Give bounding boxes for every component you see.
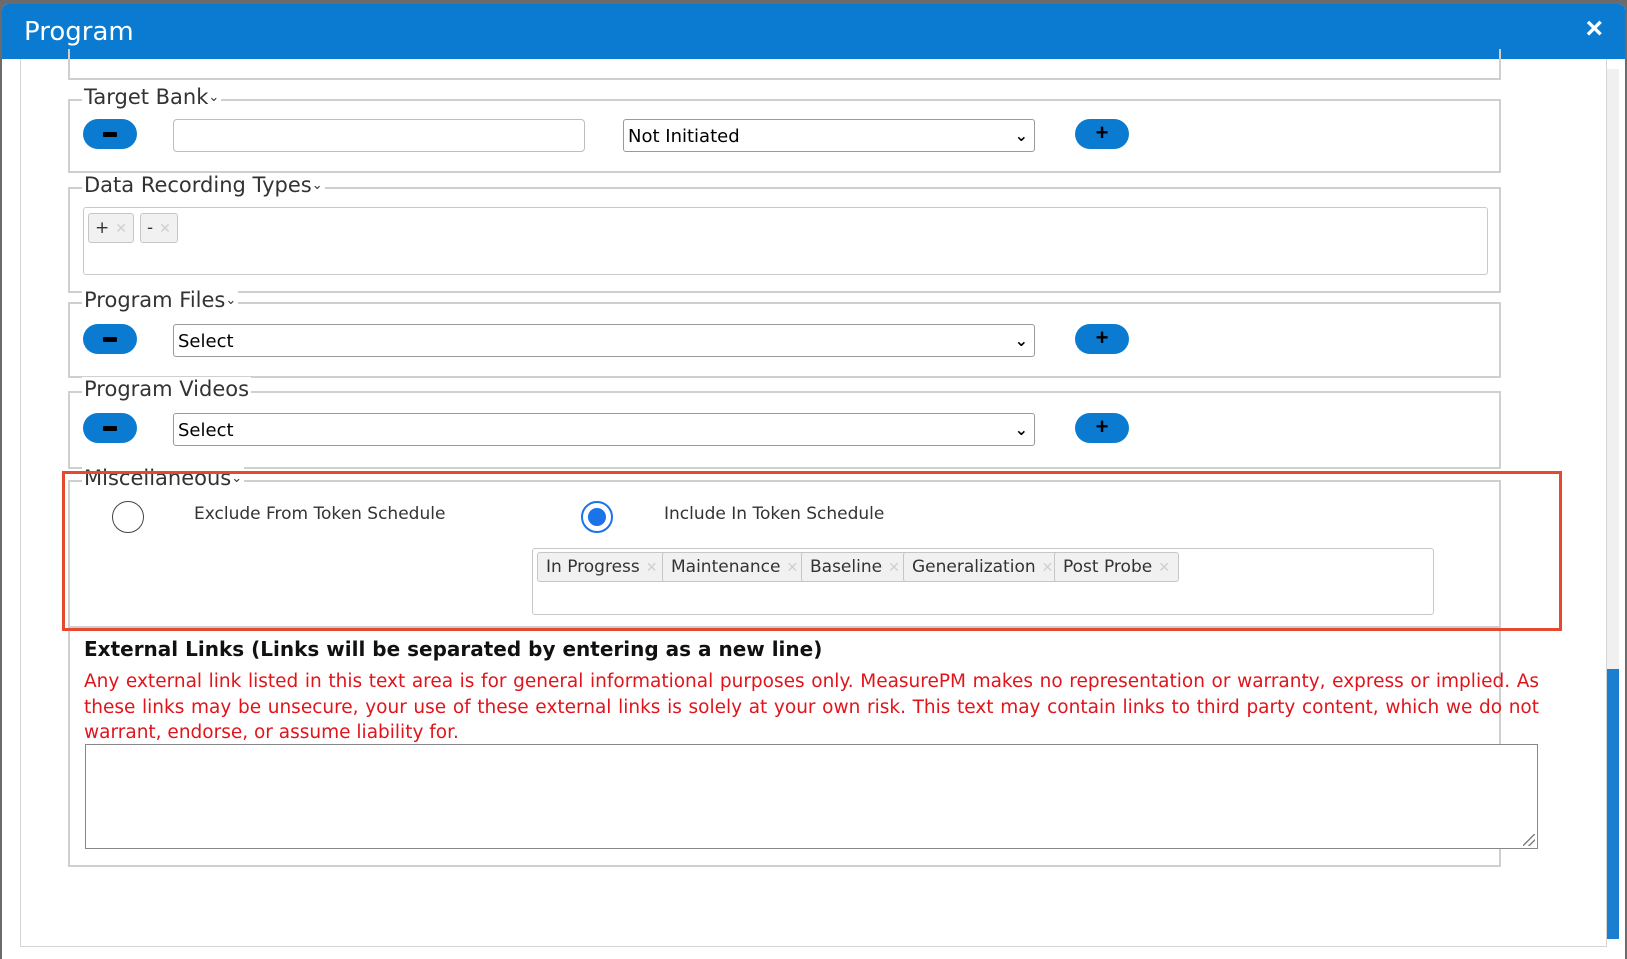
- miscellaneous-section: Miscellaneous⌄ Exclude From Token Schedu…: [68, 466, 1501, 628]
- data-recording-types-legend[interactable]: Data Recording Types⌄: [82, 173, 325, 197]
- close-icon[interactable]: ✕: [786, 560, 798, 576]
- chevron-down-icon[interactable]: ⌄: [208, 90, 219, 105]
- remove-file-button[interactable]: [83, 324, 137, 354]
- remove-video-button[interactable]: [83, 413, 137, 443]
- dialog-title: Program: [24, 17, 134, 47]
- close-icon[interactable]: ×: [1585, 14, 1603, 44]
- miscellaneous-legend[interactable]: Miscellaneous⌄: [82, 466, 245, 490]
- tag-generalization: Generalization ✕: [903, 552, 1063, 582]
- previous-section: [68, 49, 1501, 80]
- exclude-token-radio[interactable]: [112, 501, 144, 533]
- close-icon[interactable]: ✕: [159, 221, 171, 237]
- include-token-label: Include In Token Schedule: [664, 504, 885, 524]
- resize-handle-icon[interactable]: [1523, 834, 1535, 846]
- add-file-button[interactable]: +: [1075, 324, 1129, 354]
- chevron-down-icon: ⌄: [1014, 420, 1028, 439]
- close-icon[interactable]: ✕: [1158, 560, 1170, 576]
- plus-icon: +: [1095, 414, 1109, 439]
- program-dialog: Program × Target Bank⌄ Not Initiated ⌄ + …: [2, 4, 1625, 959]
- close-icon[interactable]: ✕: [646, 560, 658, 576]
- external-links-textarea[interactable]: [85, 744, 1538, 849]
- chevron-down-icon: ⌄: [1014, 126, 1028, 145]
- minus-icon: [103, 131, 117, 137]
- external-links-notice: Any external link listed in this text ar…: [84, 671, 1539, 743]
- add-video-button[interactable]: +: [1075, 413, 1129, 443]
- target-bank-input[interactable]: [173, 119, 585, 152]
- plus-icon: +: [1095, 120, 1109, 145]
- close-icon[interactable]: ✕: [115, 221, 127, 237]
- chevron-down-icon[interactable]: ⌄: [231, 471, 242, 486]
- tag-in-progress: In Progress ✕: [537, 552, 667, 582]
- remove-target-button[interactable]: [83, 119, 137, 149]
- plus-icon: +: [1095, 325, 1109, 350]
- minus-icon: [103, 425, 117, 431]
- scrollbar[interactable]: [1607, 69, 1619, 939]
- program-videos-select[interactable]: Select ⌄: [173, 413, 1035, 446]
- data-recording-types-section: Data Recording Types⌄ + ✕ - ✕: [68, 173, 1501, 293]
- add-target-button[interactable]: +: [1075, 119, 1129, 149]
- tag-maintenance: Maintenance ✕: [662, 552, 808, 582]
- target-status-value: Not Initiated: [628, 126, 740, 147]
- program-files-section: Program Files⌄ Select ⌄ +: [68, 288, 1501, 378]
- program-videos-legend: Program Videos: [82, 377, 252, 401]
- program-files-select[interactable]: Select ⌄: [173, 324, 1035, 357]
- close-icon[interactable]: ✕: [888, 560, 900, 576]
- chevron-down-icon: ⌄: [1014, 331, 1028, 350]
- exclude-token-label: Exclude From Token Schedule: [194, 504, 446, 524]
- chevron-down-icon[interactable]: ⌄: [312, 178, 323, 193]
- program-videos-value: Select: [178, 420, 234, 441]
- external-links-title: External Links (Links will be separated …: [84, 637, 823, 661]
- close-icon[interactable]: ✕: [1042, 560, 1054, 576]
- tag-minus: - ✕: [140, 213, 178, 243]
- scrollbar-thumb[interactable]: [1607, 669, 1619, 939]
- token-schedule-tagbox[interactable]: In Progress ✕ Maintenance ✕ Baseline ✕ Gene…: [532, 548, 1434, 615]
- include-token-radio[interactable]: [581, 501, 613, 533]
- program-files-value: Select: [178, 331, 234, 352]
- program-files-legend[interactable]: Program Files⌄: [82, 288, 239, 312]
- chevron-down-icon[interactable]: ⌄: [225, 293, 236, 308]
- target-status-select[interactable]: Not Initiated ⌄: [623, 119, 1035, 152]
- target-bank-legend[interactable]: Target Bank⌄: [82, 85, 222, 109]
- program-videos-section: Program Videos Select ⌄ +: [68, 377, 1501, 469]
- tag-post-probe: Post Probe ✕: [1054, 552, 1179, 582]
- data-recording-types-tagbox[interactable]: + ✕ - ✕: [83, 207, 1488, 275]
- tag-plus: + ✕: [88, 213, 134, 243]
- tag-baseline: Baseline ✕: [801, 552, 909, 582]
- target-bank-section: Target Bank⌄ Not Initiated ⌄ +: [68, 85, 1501, 173]
- dialog-body: Target Bank⌄ Not Initiated ⌄ + Data Recor…: [2, 49, 1625, 959]
- minus-icon: [103, 336, 117, 342]
